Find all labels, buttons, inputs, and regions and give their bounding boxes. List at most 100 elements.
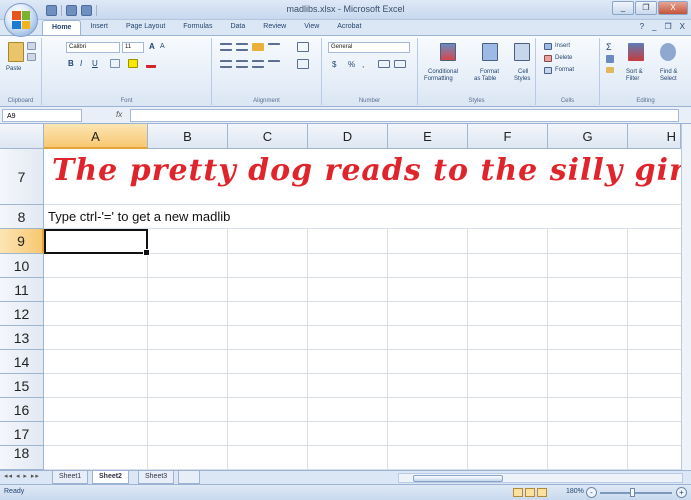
align-right-icon[interactable] [252,60,264,68]
tab-page-layout[interactable]: Page Layout [117,20,174,35]
percent-button[interactable]: % [348,60,355,69]
italic-button[interactable]: I [80,59,82,68]
column-header-a[interactable]: A [44,124,148,149]
row-header-16[interactable]: 16 [0,398,44,422]
autosum-button[interactable]: Σ [606,42,612,52]
paste-icon[interactable] [8,42,24,62]
active-cell-a9[interactable] [44,229,150,256]
copy-icon[interactable] [27,53,36,61]
cell-styles-label-2[interactable]: Styles [514,76,530,82]
row-header-12[interactable]: 12 [0,302,44,326]
sheet-tab-sheet3[interactable]: Sheet3 [138,471,175,484]
sheet-tab-sheet2[interactable]: Sheet2 [92,471,129,484]
format-as-table-icon[interactable] [482,43,498,61]
clear-icon[interactable] [606,67,614,73]
cut-icon[interactable] [27,42,36,50]
formula-input[interactable] [130,109,679,122]
row-header-14[interactable]: 14 [0,350,44,374]
madlib-title-cell[interactable]: The pretty dog reads to the silly girl [52,153,691,188]
delete-cells-button[interactable]: Delete [555,55,572,61]
merge-center-icon[interactable] [297,59,309,69]
column-header-b[interactable]: B [148,124,228,149]
zoom-in-button[interactable]: + [676,487,687,498]
fill-color-icon[interactable] [128,59,138,68]
tab-acrobat[interactable]: Acrobat [328,20,370,35]
sort-filter-label-2[interactable]: Filter [626,76,639,82]
increase-decimal-icon[interactable] [378,60,390,68]
zoom-out-button[interactable]: - [586,487,597,498]
number-format-select[interactable]: General [328,42,410,53]
vertical-scrollbar[interactable] [681,124,691,470]
zoom-slider-thumb[interactable] [630,488,635,497]
normal-view-icon[interactable] [513,488,523,497]
tab-review[interactable]: Review [254,20,295,35]
select-all-corner[interactable] [0,124,44,149]
zoom-slider[interactable] [600,492,672,494]
align-center-icon[interactable] [236,60,248,68]
grow-font-button[interactable]: A [149,42,155,51]
row-header-7[interactable]: 7 [0,149,44,205]
align-left-icon[interactable] [220,60,232,68]
sort-filter-icon[interactable] [628,43,644,61]
column-header-f[interactable]: F [468,124,548,149]
row-header-8[interactable]: 8 [0,205,44,229]
close-button[interactable]: X [658,1,688,15]
name-box[interactable]: A9 [2,109,82,122]
column-header-h[interactable]: H [628,124,681,149]
workbook-close-button[interactable]: X [680,22,685,31]
cell-styles-icon[interactable] [514,43,530,61]
sheet-nav-arrows-icon[interactable]: ◂◂ ◂ ▸ ▸▸ [4,472,40,480]
tab-formulas[interactable]: Formulas [174,20,221,35]
office-button[interactable] [4,3,38,37]
instruction-cell[interactable]: Type ctrl-'=' to get a new madlib [48,209,230,224]
cell-styles-label[interactable]: Cell [518,69,528,75]
tab-data[interactable]: Data [221,20,254,35]
decrease-decimal-icon[interactable] [394,60,406,68]
insert-function-icon[interactable]: fx [116,110,122,119]
row-header-9[interactable]: 9 [0,229,44,254]
workbook-minimize-button[interactable]: _ [652,22,656,31]
row-header-18[interactable]: 18 [0,446,44,470]
row-header-17[interactable]: 17 [0,422,44,446]
row-header-11[interactable]: 11 [0,278,44,302]
borders-icon[interactable] [110,59,120,68]
currency-button[interactable]: $ [332,60,336,69]
row-header-10[interactable]: 10 [0,254,44,278]
sheet-tab-sheet1[interactable]: Sheet1 [52,471,89,484]
fill-icon[interactable] [606,55,614,63]
zoom-level[interactable]: 180% [566,488,584,495]
comma-button[interactable]: , [362,60,364,69]
workbook-restore-button[interactable]: ❐ [664,22,671,31]
align-bottom-icon[interactable] [252,43,264,51]
maximize-button[interactable]: ❐ [635,1,657,15]
tab-view[interactable]: View [295,20,328,35]
column-header-e[interactable]: E [388,124,468,149]
wrap-text-icon[interactable] [297,42,309,52]
bold-button[interactable]: B [68,59,74,68]
align-top-icon[interactable] [220,43,232,51]
page-layout-view-icon[interactable] [525,488,535,497]
worksheet-grid[interactable]: A B C D E F G H 7 8 9 10 11 12 13 14 15 … [0,124,691,470]
horizontal-scrollbar[interactable] [398,473,683,483]
align-middle-icon[interactable] [236,43,248,51]
indent-icon[interactable] [268,60,280,68]
conditional-formatting-label[interactable]: Conditional [428,69,458,75]
shrink-font-button[interactable]: A [160,43,165,50]
find-select-label-2[interactable]: Select [660,76,677,82]
font-name-select[interactable]: Calibri [66,42,120,53]
help-icon[interactable]: ? [640,22,644,31]
find-select-label[interactable]: Find & [660,69,677,75]
column-header-g[interactable]: G [548,124,628,149]
format-as-table-label-2[interactable]: as Table [474,76,496,82]
underline-button[interactable]: U [92,59,98,68]
minimize-button[interactable]: _ [612,1,634,15]
page-break-view-icon[interactable] [537,488,547,497]
column-header-d[interactable]: D [308,124,388,149]
row-header-15[interactable]: 15 [0,374,44,398]
insert-sheet-icon[interactable] [178,471,200,484]
tab-home[interactable]: Home [42,20,82,35]
horizontal-scroll-thumb[interactable] [413,475,503,482]
sort-filter-label[interactable]: Sort & [626,69,643,75]
orientation-icon[interactable] [268,43,280,51]
column-header-c[interactable]: C [228,124,308,149]
